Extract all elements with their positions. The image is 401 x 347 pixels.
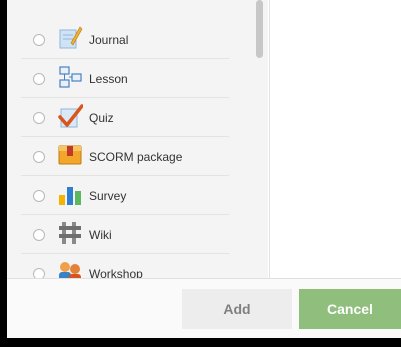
- chooser-scrollbar-thumb[interactable]: [256, 0, 263, 58]
- activity-option-quiz[interactable]: Quiz: [21, 98, 229, 137]
- activity-label: Survey: [89, 189, 127, 203]
- activity-label: Wiki: [89, 228, 112, 242]
- activity-radio[interactable]: [33, 112, 45, 124]
- activity-label: Lesson: [89, 72, 128, 86]
- add-activity-dialog: Journal Lesson Quiz SCORM package Survey…: [7, 0, 401, 338]
- activity-option-wiki[interactable]: Wiki: [21, 215, 229, 254]
- wiki-icon: [57, 220, 83, 246]
- add-button[interactable]: Add: [182, 289, 292, 329]
- cancel-button[interactable]: Cancel: [299, 289, 401, 329]
- activity-radio[interactable]: [33, 229, 45, 241]
- activity-label: SCORM package: [89, 150, 183, 164]
- activity-label: Workshop: [89, 267, 143, 278]
- quiz-icon: [57, 103, 83, 129]
- panel-divider: [269, 0, 270, 278]
- activity-label: Quiz: [89, 111, 114, 125]
- scorm-package-icon: [57, 142, 83, 168]
- activity-radio[interactable]: [33, 34, 45, 46]
- activity-radio[interactable]: [33, 190, 45, 202]
- activity-option-scorm-package[interactable]: SCORM package: [21, 137, 229, 176]
- activity-radio[interactable]: [33, 151, 45, 163]
- activity-option-journal[interactable]: Journal: [21, 20, 229, 59]
- activity-option-survey[interactable]: Survey: [21, 176, 229, 215]
- lesson-icon: [57, 64, 83, 90]
- activity-chooser-list: Journal Lesson Quiz SCORM package Survey…: [7, 0, 262, 278]
- activity-option-workshop[interactable]: Workshop: [21, 254, 229, 278]
- workshop-icon: [57, 259, 83, 278]
- journal-icon: [57, 25, 83, 51]
- activity-radio[interactable]: [33, 73, 45, 85]
- activity-option-lesson[interactable]: Lesson: [21, 59, 229, 98]
- activity-label: Journal: [89, 33, 129, 47]
- survey-icon: [57, 181, 83, 207]
- dialog-footer: Add Cancel: [7, 278, 401, 338]
- activity-radio[interactable]: [33, 268, 45, 278]
